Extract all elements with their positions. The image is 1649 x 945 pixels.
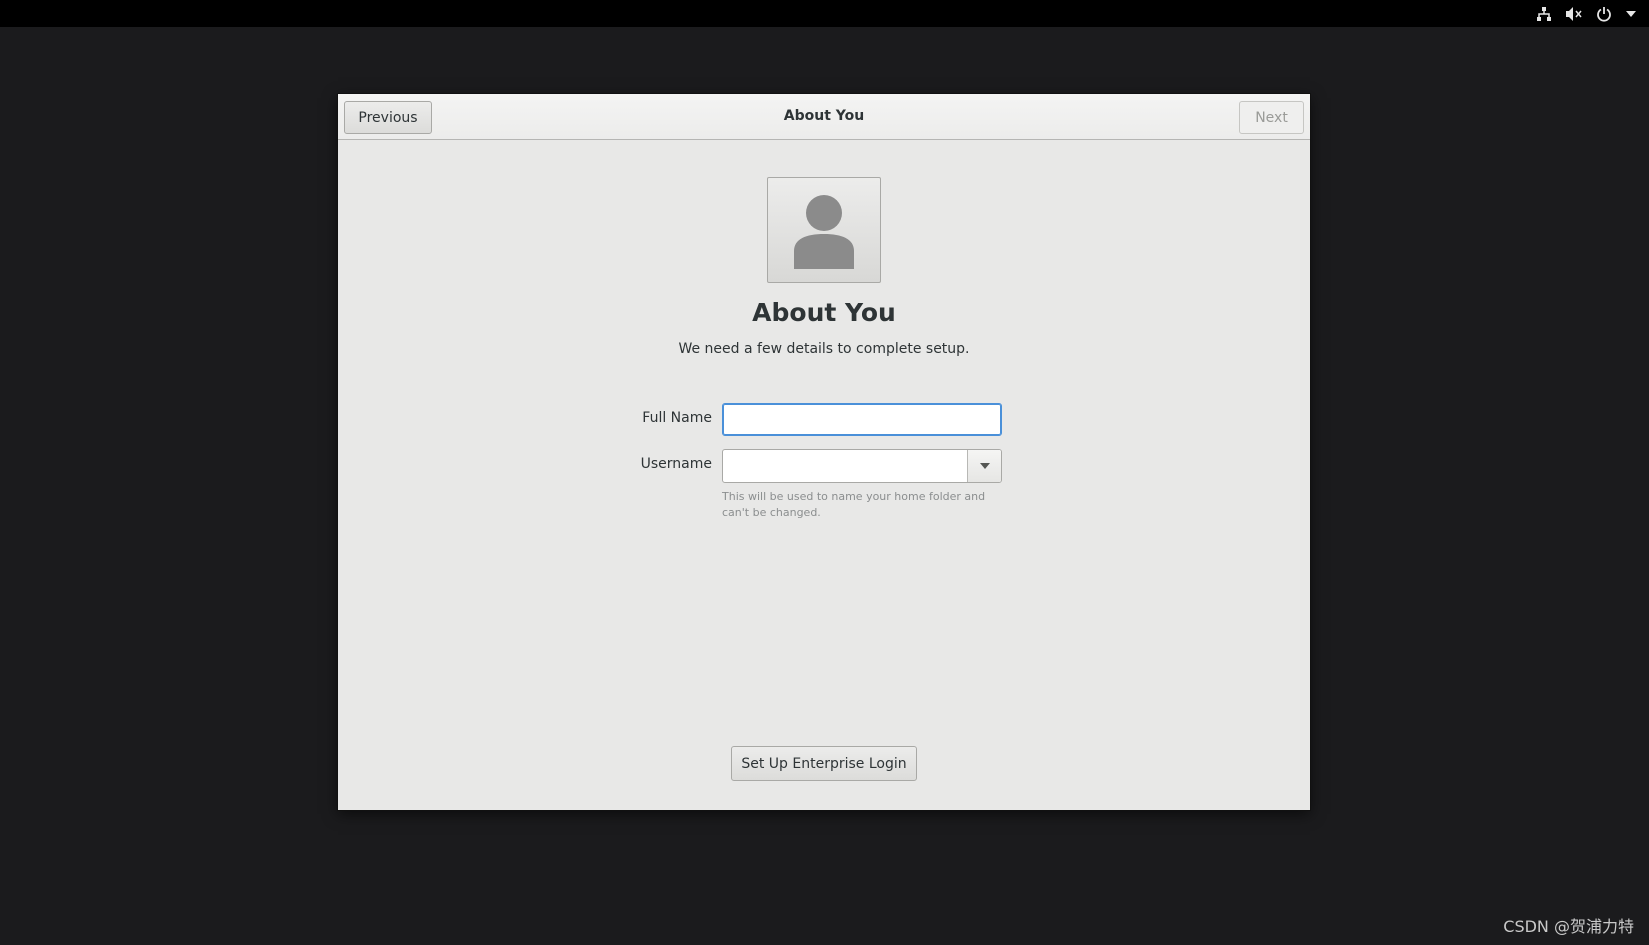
next-button[interactable]: Next bbox=[1239, 101, 1304, 134]
volume-muted-icon[interactable] bbox=[1565, 5, 1583, 23]
username-field[interactable] bbox=[723, 450, 968, 482]
username-label: Username bbox=[640, 456, 712, 472]
top-panel bbox=[0, 0, 1649, 27]
fullname-field[interactable] bbox=[722, 403, 1002, 436]
watermark-text: CSDN @贺浦力特 bbox=[1503, 917, 1634, 936]
fullname-label: Full Name bbox=[642, 410, 712, 426]
menu-arrow-icon[interactable] bbox=[1625, 5, 1637, 23]
window-title: About You bbox=[783, 108, 865, 124]
chevron-down-icon bbox=[979, 463, 990, 469]
setup-window: Previous About You Next About You We nee… bbox=[338, 94, 1310, 810]
enterprise-login-button[interactable]: Set Up Enterprise Login bbox=[731, 746, 917, 781]
power-icon[interactable] bbox=[1595, 5, 1613, 23]
avatar-button[interactable] bbox=[767, 177, 881, 283]
username-dropdown-button[interactable] bbox=[967, 450, 1001, 482]
header-bar: Previous About You Next bbox=[338, 94, 1310, 140]
system-tray[interactable] bbox=[1535, 0, 1637, 27]
user-avatar-icon bbox=[794, 195, 854, 269]
page-heading: About You bbox=[752, 298, 896, 327]
network-icon[interactable] bbox=[1535, 5, 1553, 23]
page-subtitle: We need a few details to complete setup. bbox=[678, 341, 970, 357]
username-hint: This will be used to name your home fold… bbox=[722, 490, 986, 519]
username-combo bbox=[722, 449, 1002, 483]
